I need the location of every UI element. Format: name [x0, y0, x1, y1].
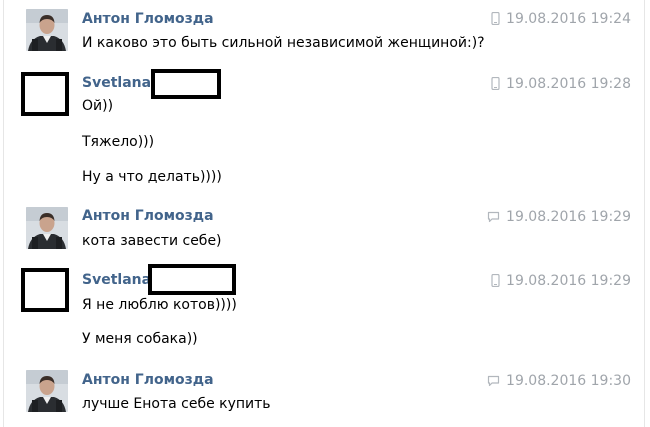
message-author[interactable]: Антон Гломозда — [82, 372, 214, 389]
message-text: И каково это быть сильной независимой же… — [82, 35, 485, 51]
speech-bubble-icon — [487, 211, 500, 228]
message-text: Тяжело))) — [82, 134, 155, 150]
message-time-text: 19.08.2016 19:29 — [506, 209, 631, 225]
message-time[interactable]: 19.08.2016 19:30 — [487, 373, 631, 392]
message-time-text: 19.08.2016 19:28 — [506, 76, 631, 92]
speech-bubble-icon — [487, 375, 500, 392]
avatar-photo-icon — [26, 207, 68, 249]
avatar-redacted[interactable] — [21, 72, 69, 116]
avatar[interactable] — [26, 370, 68, 412]
message-author[interactable]: Антон Гломозда — [82, 208, 214, 225]
message-text: Ой)) — [82, 98, 114, 114]
dialog-history: Антон Гломозда 19.08.2016 19:24 И каково… — [0, 0, 650, 427]
message-author[interactable]: Svetlana — [82, 75, 151, 92]
frame-border-left — [3, 0, 4, 427]
message-time-text: 19.08.2016 19:24 — [506, 11, 631, 27]
avatar[interactable] — [26, 207, 68, 249]
mobile-phone-icon — [491, 273, 500, 292]
message-text: Я не люблю котов)))) — [82, 297, 237, 313]
mobile-phone-icon — [491, 11, 500, 30]
avatar-photo-icon — [26, 9, 68, 51]
avatar[interactable] — [26, 9, 68, 51]
frame-border-right — [644, 0, 645, 427]
message-text: У меня собака)) — [82, 331, 198, 347]
message-time[interactable]: 19.08.2016 19:28 — [491, 76, 631, 95]
avatar-redacted[interactable] — [21, 268, 69, 312]
message-time-text: 19.08.2016 19:30 — [506, 373, 631, 389]
message-text: кота завести себе) — [82, 233, 222, 249]
message-time[interactable]: 19.08.2016 19:29 — [487, 209, 631, 228]
redaction-box — [151, 69, 221, 99]
message-author[interactable]: Антон Гломозда — [82, 11, 214, 28]
avatar-photo-icon — [26, 370, 68, 412]
message-author[interactable]: Svetlana — [82, 272, 151, 289]
message-text: лучше Енота себе купить — [82, 396, 271, 412]
mobile-phone-icon — [491, 76, 500, 95]
message-time[interactable]: 19.08.2016 19:29 — [491, 273, 631, 292]
message-time-text: 19.08.2016 19:29 — [506, 273, 631, 289]
message-time[interactable]: 19.08.2016 19:24 — [491, 11, 631, 30]
redaction-box — [148, 264, 236, 295]
message-text: Ну а что делать)))) — [82, 169, 222, 185]
